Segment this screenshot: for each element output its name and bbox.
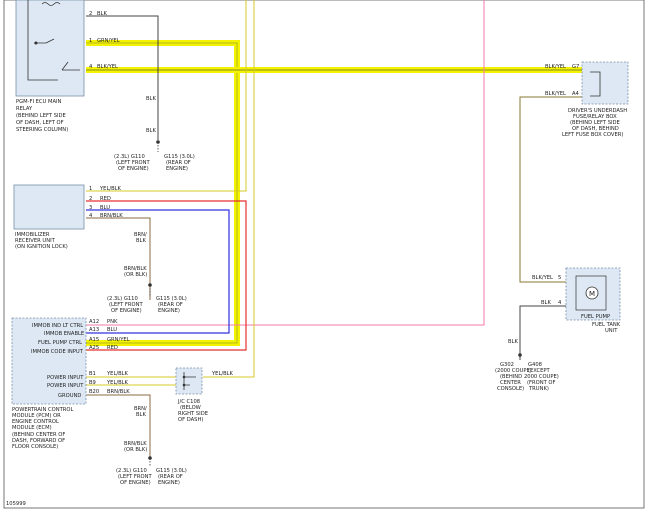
- immob-pin-1: 1: [89, 186, 92, 192]
- ground-top-g115-2: ENGINE): [166, 166, 188, 172]
- pcm-pin-name-a13: IMMOB ENABLE: [44, 331, 84, 337]
- immob-wire-3: BLU: [100, 205, 110, 211]
- fuel-pump-name-0: FUEL PUMP: [581, 314, 610, 320]
- ground-bot-wire-3: (OR BLK): [124, 447, 147, 453]
- pcm-pin-name-a12: IMMOB IND LT CTRL: [32, 323, 83, 329]
- pcm-pin-name-b9: POWER INPUT: [47, 383, 84, 389]
- ground-mid-wire-1: BLK: [136, 238, 146, 244]
- fuel-pump-pin-5-wire: BLK/YEL: [532, 275, 553, 281]
- blk-wire-fuel-pump: [519, 305, 566, 360]
- pcm-name-6: FLOOR CONSOLE): [12, 444, 58, 450]
- immobilizer-box: [13, 184, 85, 230]
- relay-pin-1: 1: [89, 38, 92, 44]
- ground-bot-g115-2: ENGINE): [158, 480, 180, 486]
- ground-top-wire-0: BLK: [146, 96, 156, 102]
- jc108-wire: YEL/BLK: [211, 371, 234, 377]
- pcm-pin-b9: B9: [89, 380, 96, 386]
- pcm-pin-a15: A15: [89, 337, 99, 343]
- figure-id: 105999: [6, 501, 26, 507]
- pcm-pin-name-b1: POWER INPUT: [47, 375, 84, 381]
- jc108-dot-1: [182, 375, 186, 379]
- immob-wire-2: RED: [100, 196, 111, 202]
- fuel-pump-motor-symbol: M: [589, 290, 595, 298]
- main-relay: PGM-FI ECU MAIN RELAY (BEHIND LEFT SIDE …: [15, 0, 85, 133]
- pcm-wire-a13: BLU: [107, 327, 117, 333]
- immob-wire-4: BRN/BLK: [100, 213, 123, 219]
- g408-4: TRUNK): [528, 386, 549, 392]
- relay-name-2: (BEHIND LEFT SIDE: [16, 113, 66, 119]
- fuel-pump-circuit-diagram: PGM-FI ECU MAIN RELAY (BEHIND LEFT SIDE …: [3, 0, 645, 509]
- jc108-dot-2: [182, 383, 186, 387]
- immob-pin-2: 2: [89, 196, 92, 202]
- immobilizer-name-2: (ON IGNITION LOCK): [15, 244, 68, 250]
- ground-bot-g110-2: OF ENGINE): [120, 480, 151, 486]
- fuel-pump-pin-4: 4: [558, 300, 562, 306]
- ground-bot-wire-1: BLK: [136, 412, 146, 418]
- pcm-wire-b9: YEL/BLK: [106, 380, 129, 386]
- relay-pin-2: 2: [89, 11, 92, 17]
- relay-wire-grn-yel: GRN/YEL: [97, 38, 120, 44]
- relay-name-1: RELAY: [16, 106, 33, 112]
- fuel-pump-name-2: UNIT: [605, 328, 618, 334]
- fuse-pin-g7: G7: [572, 64, 579, 70]
- ground-mid-g110-2: OF ENGINE): [111, 308, 142, 314]
- pcm-name-3: MODULE (ECM): [12, 425, 52, 431]
- relay-name-4: STEERING COLUMN): [16, 127, 68, 133]
- pcm-wire-a25: RED: [107, 345, 118, 351]
- pcm-pin-b20: B20: [89, 389, 99, 395]
- blk-wire-relay: [86, 15, 159, 140]
- ground-mid-g115-2: ENGINE): [158, 308, 180, 314]
- jc108-box: [175, 367, 203, 395]
- jc108-name-3: OF DASH): [178, 417, 203, 423]
- ground-top-wire-1: BLK: [146, 128, 156, 134]
- blu-wire: [86, 209, 230, 334]
- pcm-wire-a12: PNK: [107, 319, 118, 325]
- fuse-pin-a4-wire: BLK/YEL: [545, 91, 566, 97]
- relay-name-0: PGM-FI ECU MAIN: [16, 99, 62, 105]
- fuel-pump-pin-4-wire: BLK: [541, 300, 551, 306]
- diagram-frame: [3, 0, 645, 509]
- relay-junction-dot: [34, 41, 38, 45]
- pcm-pin-name-b20: GROUND: [58, 393, 81, 399]
- pcm-pin-b1: B1: [89, 371, 96, 377]
- fuse-box-name-4: LEFT FUSE BOX COVER): [562, 132, 623, 138]
- pcm-wire-a15: GRN/YEL: [107, 337, 130, 343]
- fuse-pin-a4: A4: [572, 91, 580, 97]
- g302-4: CONSOLE): [497, 386, 524, 392]
- fuel-pump-pin-5: 5: [558, 275, 561, 281]
- pcm-pin-a25: A25: [89, 345, 99, 351]
- pcm-wire-b1: YEL/BLK: [106, 371, 129, 377]
- pcm-pin-name-a15: FUEL PUMP CTRL: [38, 340, 82, 346]
- relay-name-3: OF DASH, LEFT OF: [16, 120, 64, 126]
- pcm-pin-a13: A13: [89, 327, 99, 333]
- immob-wire-1: YEL/BLK: [99, 186, 122, 192]
- relay-wire-blk-yel: BLK/YEL: [97, 64, 118, 70]
- pcm-pin-name-a25: IMMOB CODE INPUT: [31, 349, 84, 355]
- pcm-wire-b20: BRN/BLK: [107, 389, 130, 395]
- fuel-pump-ground-wire: BLK: [508, 339, 518, 345]
- ground-mid-wire-3: (OR BLK): [124, 272, 147, 278]
- relay-wire-blk: BLK: [97, 11, 107, 17]
- main-relay-box: [15, 0, 85, 97]
- brn-blk-wire-immobilizer: [86, 217, 151, 300]
- pcm-pin-a12: A12: [89, 319, 99, 325]
- fuel-pump-ground-dot: [518, 353, 522, 357]
- fuse-pin-g7-wire: BLK/YEL: [545, 64, 566, 70]
- fuse-box: [581, 61, 629, 105]
- immob-pin-3: 3: [89, 205, 92, 211]
- ground-top-g110-2: OF ENGINE): [118, 166, 149, 172]
